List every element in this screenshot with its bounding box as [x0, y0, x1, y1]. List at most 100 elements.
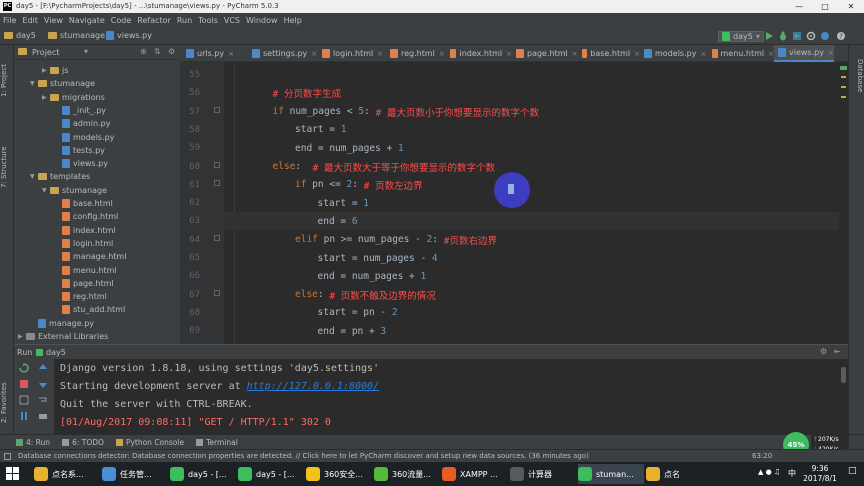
taskbar-app[interactable]: stuman...	[578, 464, 644, 484]
collapse-icon[interactable]: ⇅	[154, 47, 161, 56]
tree-item[interactable]: base.html	[54, 197, 113, 210]
close-tab-icon[interactable]: ×	[700, 50, 706, 58]
sdk-icon[interactable]	[820, 31, 830, 41]
warning-marker[interactable]	[841, 86, 846, 88]
run-tab-day5[interactable]: day5	[36, 348, 66, 357]
tray-icons[interactable]: ▲ ● ♫	[758, 468, 780, 476]
warning-marker[interactable]	[841, 96, 846, 98]
minimize-button[interactable]: —	[786, 0, 812, 13]
run-config-select[interactable]: day5 ▾	[718, 31, 764, 42]
bottom-tab-terminal[interactable]: Terminal	[196, 438, 238, 447]
menu-help[interactable]: Help	[284, 16, 302, 25]
tree-item[interactable]: manage.py	[30, 317, 94, 330]
project-view-select[interactable]: Project	[32, 48, 59, 57]
fold-marker-icon[interactable]	[214, 106, 220, 113]
bottom-tab-todo[interactable]: 6: TODO	[62, 438, 104, 447]
settings-icon[interactable]	[806, 31, 816, 41]
code-line[interactable]: end = 6	[318, 212, 358, 230]
code-line[interactable]: else: # 最大页数大于等于你想要显示的数字个数	[273, 158, 496, 176]
breadcrumb-file[interactable]: views.py	[106, 31, 152, 40]
code-line[interactable]: # 分页数字生成	[273, 84, 341, 102]
scroll-up-icon[interactable]	[38, 363, 48, 373]
fold-marker-icon[interactable]	[214, 161, 220, 168]
hide-panel-icon[interactable]: ⇤	[834, 347, 841, 356]
debug-icon[interactable]	[778, 31, 788, 41]
tree-item[interactable]: ▶ External Libraries	[18, 330, 108, 343]
fold-marker-icon[interactable]	[214, 179, 220, 186]
menu-vcs[interactable]: VCS	[224, 16, 240, 25]
editor-tab[interactable]: settings.py ×	[248, 45, 318, 62]
taskbar-app[interactable]: 360流量...	[374, 464, 440, 484]
tree-item[interactable]: index.html	[54, 224, 116, 237]
rerun-icon[interactable]	[19, 363, 29, 373]
tree-item[interactable]: views.py	[54, 157, 108, 170]
tree-item[interactable]: models.py	[54, 131, 114, 144]
tree-item[interactable]: _init_.py	[54, 104, 106, 117]
code-line[interactable]: end = num_pages + 1	[318, 267, 427, 285]
taskbar-app[interactable]: 计算器	[510, 464, 576, 484]
windows-start-icon[interactable]	[6, 467, 20, 481]
scroll-thumb[interactable]	[841, 367, 846, 383]
bottom-tab-run[interactable]: 4: Run	[16, 438, 50, 447]
editor-tab[interactable]: login.html ×	[318, 45, 386, 62]
editor-tab[interactable]: menu.html ×	[708, 45, 774, 62]
menu-navigate[interactable]: Navigate	[69, 16, 105, 25]
collapsed-arrow-icon[interactable]: ▶	[18, 333, 26, 340]
tree-item[interactable]: config.html	[54, 210, 118, 223]
code-line[interactable]: start = 1	[318, 194, 370, 212]
tree-item[interactable]: manage.html	[54, 250, 126, 263]
collapsed-arrow-icon[interactable]: ▶	[42, 94, 50, 101]
taskbar-app[interactable]: 360安全...	[306, 464, 372, 484]
menu-tools[interactable]: Tools	[198, 16, 218, 25]
breadcrumb-folder[interactable]: stumanage	[48, 31, 105, 40]
editor-tab[interactable]: urls.py ×	[182, 45, 248, 62]
tree-item[interactable]: ▼ stumanage	[30, 77, 95, 90]
tree-item[interactable]: ▶ migrations	[42, 91, 105, 104]
input-language[interactable]: 中	[788, 468, 796, 479]
tree-item[interactable]: admin.py	[54, 117, 110, 130]
coverage-icon[interactable]	[792, 31, 802, 41]
project-tool-tab[interactable]: 1: Project	[0, 51, 14, 111]
code-line[interactable]: start = 1	[295, 121, 347, 139]
console-scrollbar[interactable]	[839, 359, 848, 434]
favorites-tool-tab[interactable]: 2: Favorites	[0, 373, 14, 433]
code-line[interactable]: start = pn - 2	[318, 304, 398, 322]
run-console[interactable]: Django version 1.8.18, using settings 'd…	[54, 359, 839, 434]
expanded-arrow-icon[interactable]: ▼	[30, 173, 38, 180]
code-line[interactable]: if num_pages < 5: # 最大页数小于你想要显示的数字个数	[273, 103, 539, 121]
editor-tab[interactable]: reg.html ×	[386, 45, 446, 62]
maximize-button[interactable]: □	[812, 0, 838, 13]
menu-run[interactable]: Run	[177, 16, 192, 25]
fold-marker-icon[interactable]	[214, 234, 220, 241]
code-line[interactable]: elif pn >= num_pages - 2: #页数右边界	[295, 231, 497, 249]
tree-item[interactable]: stu_add.html	[54, 303, 125, 316]
close-tab-icon[interactable]: ×	[439, 50, 445, 58]
warning-marker[interactable]	[841, 76, 846, 78]
close-tab-icon[interactable]: ×	[828, 49, 834, 57]
code-line[interactable]: if pn <= 2: # 页数左边界	[295, 176, 423, 194]
code-line[interactable]: else: # 页数不触及边界的情况	[295, 286, 436, 304]
tree-item[interactable]: ▶ js	[42, 64, 68, 77]
editor-tab[interactable]: views.py ×	[774, 45, 834, 62]
help-icon[interactable]: ?	[836, 31, 846, 41]
tree-item[interactable]: ▼ stumanage	[42, 184, 107, 197]
editor-tab[interactable]: models.py ×	[640, 45, 708, 62]
code-editor[interactable]: # 分页数字生成 if num_pages < 5: # 最大页数小于你想要显示的…	[224, 62, 839, 344]
expanded-arrow-icon[interactable]: ▼	[30, 80, 38, 87]
close-tab-icon[interactable]: ×	[228, 50, 234, 58]
taskbar-app[interactable]: 任务管...	[102, 464, 168, 484]
collapsed-arrow-icon[interactable]: ▶	[42, 67, 50, 74]
stop-icon[interactable]	[19, 379, 29, 389]
chevron-down-icon[interactable]: ▾	[84, 47, 88, 56]
editor-tab[interactable]: page.html ×	[512, 45, 578, 62]
editor-scrollbar[interactable]	[839, 62, 848, 344]
tree-item[interactable]: tests.py	[54, 144, 105, 157]
gear-icon[interactable]: ⚙	[820, 347, 827, 356]
close-button[interactable]: ✕	[838, 0, 864, 13]
taskbar-app[interactable]: day5 - [...	[170, 464, 236, 484]
taskbar-app[interactable]: XAMPP ...	[442, 464, 508, 484]
tool-window-toggle-icon[interactable]	[4, 453, 11, 460]
clock-time[interactable]: 9:36	[803, 464, 837, 473]
taskbar-app[interactable]: 点名系...	[34, 464, 100, 484]
tree-item[interactable]: page.html	[54, 277, 114, 290]
